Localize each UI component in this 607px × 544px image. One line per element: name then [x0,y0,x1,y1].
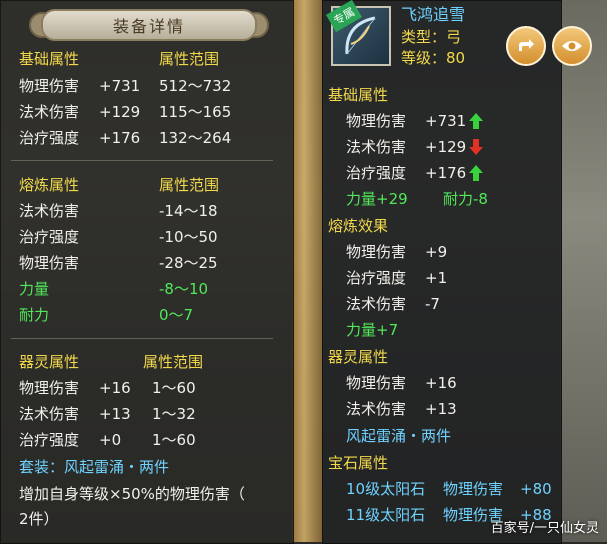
base-attr-value: +129 [425,138,467,156]
base-attr-value: +176 [99,129,141,147]
base-attr-header: 基础属性 [19,50,80,68]
refine-attr-value: +9 [425,243,448,261]
refine-attr-name: 法术伤害 [19,202,80,220]
base-attr-name: 法术伤害 [19,103,80,121]
base-attr-name: 治疗强度 [19,129,80,147]
item-name: 飞鸿追雪 [401,5,466,24]
item-icon: 专属 [326,0,391,66]
refine-effect-header: 熔炼效果 [328,217,389,235]
base-attr-range: 512～732 [159,77,232,95]
refine-attr-name: 耐力 [19,306,50,324]
spirit-attr-header: 器灵属性 [19,353,80,371]
refine-bonus-strength: 力量+7 [346,321,399,339]
base-attr-range: 132～264 [159,129,232,147]
refine-attr-name: 法术伤害 [346,295,407,313]
item-type: 类型：弓 [401,28,462,46]
refine-attr-range: -14～18 [159,202,218,220]
spirit-set-name: 风起雷涌・两件 [346,427,452,445]
section-divider [11,338,273,339]
gem-attr: 物理伤害 [443,480,504,498]
refine-attr-range: 0～7 [159,306,194,324]
base-attr-header: 基础属性 [328,86,389,104]
spirit-attr-value: +13 [425,400,457,418]
refine-attr-range: -8～10 [159,280,209,298]
spirit-attr-value: +13 [99,405,131,423]
share-button[interactable] [506,26,546,66]
background-pillar [292,0,322,542]
refine-attr-name: 治疗强度 [19,228,80,246]
spirit-attr-range: 1～32 [152,405,196,423]
view-button[interactable] [552,26,592,66]
equipment-detail-panel: 装备详情 基础属性 属性范围 物理伤害 +731 512～732 法术伤害 +1… [0,0,294,544]
spirit-attr-name: 法术伤害 [346,400,407,418]
base-attr-value: +176 [425,164,467,182]
gem-name: 11级太阳石 [346,506,426,524]
item-level: 等级：80 [401,49,466,67]
spirit-attr-value: +16 [99,379,131,397]
spirit-attr-range: 1～60 [152,431,196,449]
refine-attr-value: -7 [425,295,440,313]
refine-attr-header: 熔炼属性 [19,176,80,194]
bonus-stamina: 耐力-8 [443,190,488,208]
gem-value: +80 [520,480,552,498]
base-attr-name: 法术伤害 [346,138,407,156]
spirit-attr-header: 器灵属性 [328,348,389,366]
refine-attr-name: 物理伤害 [19,254,80,272]
spirit-attr-name: 治疗强度 [19,431,80,449]
spirit-attr-name: 法术伤害 [19,405,80,423]
spirit-range-header: 属性范围 [143,353,204,371]
base-attr-name: 治疗强度 [346,164,407,182]
base-range-header: 属性范围 [159,50,220,68]
refine-attr-range: -10～50 [159,228,218,246]
set-description-cont: 2件） [19,510,59,528]
refine-attr-range: -28～25 [159,254,218,272]
refine-attr-name: 治疗强度 [346,269,407,287]
gem-name: 10级太阳石 [346,480,426,498]
stat-down-icon [469,139,483,155]
stat-up-icon [469,113,483,129]
base-attr-name: 物理伤害 [19,77,80,95]
set-name: 套装：风起雷涌・两件 [19,458,170,476]
spirit-attr-value: +0 [99,431,122,449]
bonus-strength: 力量+29 [346,190,408,208]
base-attr-value: +731 [425,112,467,130]
spirit-attr-value: +16 [425,374,457,392]
background-scenery [560,0,607,542]
set-description: 增加自身等级×50%的物理伤害（ [19,485,245,503]
base-attr-range: 115～165 [159,103,232,121]
spirit-attr-name: 物理伤害 [19,379,80,397]
refine-attr-name: 力量 [19,280,50,298]
watermark: 百家号/一只仙女灵 [490,521,599,536]
panel-title: 装备详情 [41,9,257,41]
refine-range-header: 属性范围 [159,176,220,194]
base-attr-value: +731 [99,77,141,95]
gem-attr-header: 宝石属性 [328,454,389,472]
spirit-attr-name: 物理伤害 [346,374,407,392]
refine-attr-name: 物理伤害 [346,243,407,261]
base-attr-value: +129 [99,103,141,121]
refine-attr-value: +1 [425,269,448,287]
section-divider [11,160,273,161]
stat-up-icon [469,165,483,181]
share-icon [519,39,534,51]
eye-icon [562,41,582,51]
spirit-attr-range: 1～60 [152,379,196,397]
base-attr-name: 物理伤害 [346,112,407,130]
